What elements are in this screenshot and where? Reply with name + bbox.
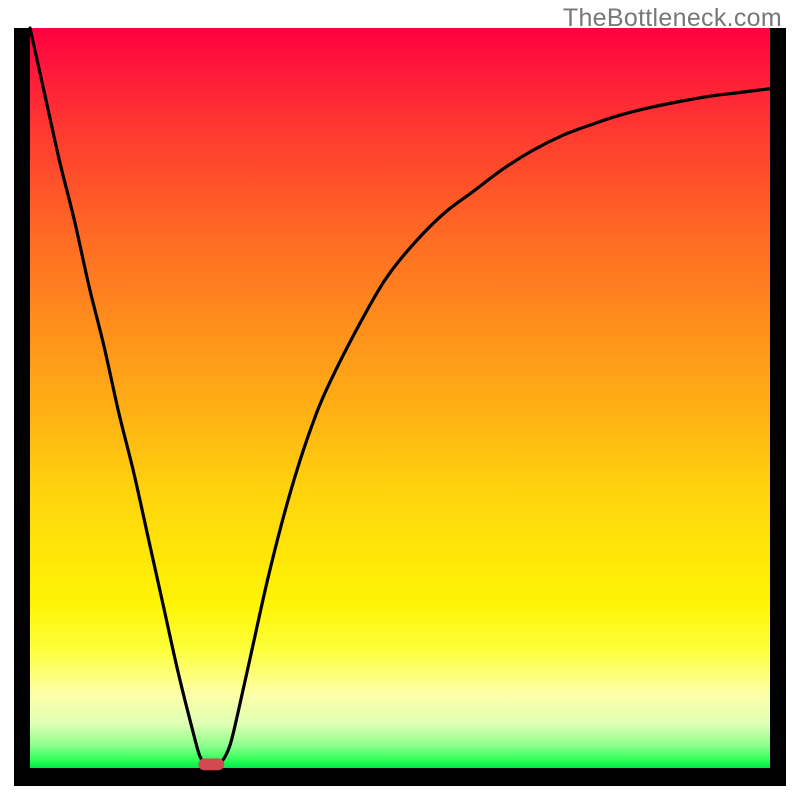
watermark-text: TheBottleneck.com — [563, 4, 782, 33]
optimal-marker — [198, 758, 224, 770]
curve-svg — [30, 28, 770, 768]
chart-stage: TheBottleneck.com — [0, 0, 800, 800]
bottleneck-curve-path — [30, 28, 770, 765]
plot-area — [30, 28, 770, 768]
